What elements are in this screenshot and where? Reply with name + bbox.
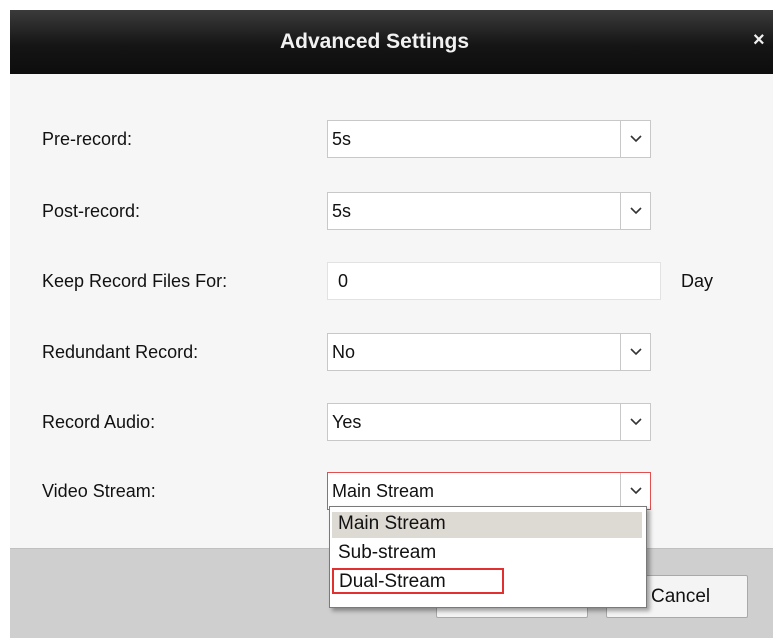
pre-record-value: 5s [332,129,352,149]
keep-record-files-label: Keep Record Files For: [42,271,228,291]
video-stream-label: Video Stream: [42,481,156,501]
close-icon[interactable]: × [753,30,769,50]
record-audio-select[interactable]: Yes [327,403,651,441]
cancel-button-label: Cancel [651,585,711,607]
record-audio-label: Record Audio: [42,412,156,432]
settings-form: Pre-record: 5s Post-record: 5s Keep Reco… [10,74,773,548]
dropdown-option-main-stream[interactable]: Main Stream [332,512,642,538]
redundant-record-label: Redundant Record: [42,342,199,362]
pre-record-label: Pre-record: [42,129,133,149]
video-stream-value: Main Stream [332,481,435,501]
dropdown-option-dual-stream[interactable]: Dual-Stream [332,568,504,594]
dialog-titlebar: Advanced Settings × [10,10,773,74]
post-record-value: 5s [332,201,352,221]
post-record-select[interactable]: 5s [327,192,651,230]
chevron-down-icon[interactable] [620,334,650,370]
chevron-down-icon[interactable] [620,193,650,229]
chevron-down-icon[interactable] [620,473,650,509]
video-stream-select[interactable]: Main Stream [327,472,651,510]
pre-record-select[interactable]: 5s [327,120,651,158]
chevron-down-icon[interactable] [620,121,650,157]
record-audio-value: Yes [332,412,362,432]
keep-record-days-input[interactable] [327,262,661,300]
redundant-record-select[interactable]: No [327,333,651,371]
chevron-down-icon[interactable] [620,404,650,440]
dropdown-option-sub-stream[interactable]: Sub-stream [332,541,436,567]
post-record-label: Post-record: [42,201,141,221]
redundant-record-value: No [332,342,356,362]
video-stream-dropdown-list: Main Stream Sub-stream Dual-Stream [329,506,647,608]
day-unit-label: Day [681,271,714,291]
dialog-title: Advanced Settings [279,30,470,53]
